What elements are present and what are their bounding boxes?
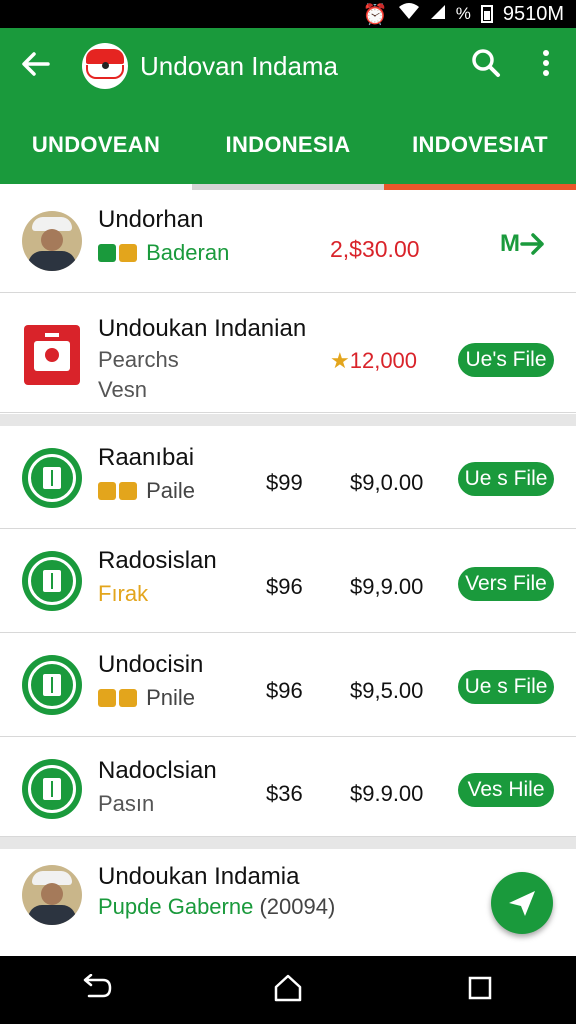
wifi-icon: [398, 2, 420, 26]
use-file-button[interactable]: Ue's File: [458, 343, 554, 377]
item-subtitle-count: (20094): [253, 894, 336, 919]
more-action-button[interactable]: M: [500, 230, 546, 258]
item-subtitle: Pearchs: [98, 347, 179, 372]
item-price: 2,$30.00: [330, 236, 420, 262]
tab-bar: UNDOVEAN INDONESIA INDOVESIAT: [0, 104, 576, 186]
vers-file-button[interactable]: Vers File: [458, 567, 554, 601]
action-label: M: [500, 230, 520, 257]
item-name: Undoukan Indanian: [98, 315, 307, 342]
avatar: [22, 865, 82, 925]
item-name: Raanıbai: [98, 444, 195, 471]
list-item[interactable]: Nadoclsian Pasın $36 $9.9.00 Ves Hile: [0, 737, 576, 837]
item-subtitle: Baderan: [98, 240, 229, 266]
alarm-icon: ⏰: [362, 3, 388, 26]
rating-value: 12,000: [349, 348, 418, 373]
item-total: $9,0.00: [350, 470, 424, 495]
tag-badge-icon: [119, 244, 137, 262]
status-bar: ⏰ % 9510M: [0, 0, 576, 28]
book-icon: [22, 448, 82, 508]
back-arrow-icon[interactable]: [0, 28, 70, 104]
item-name: Undocisin: [98, 651, 204, 678]
tag-badge-icon: [119, 689, 137, 707]
item-subtitle-text: Paile: [146, 478, 196, 503]
item-name: Nadoclsian: [98, 757, 217, 784]
avatar: [22, 211, 82, 271]
app-logo-icon: [82, 43, 128, 89]
item-subtitle: Pupde Gaberne (20094): [98, 894, 335, 920]
book-icon: [22, 655, 82, 715]
check-badge-icon: [98, 244, 116, 262]
radio-icon: [24, 325, 80, 385]
item-subtitle: Pasın: [98, 791, 155, 816]
item-total: $9,9.00: [350, 574, 424, 599]
signal-icon: [430, 3, 446, 26]
item-name: Undorhan: [98, 206, 204, 233]
section-divider: [0, 414, 576, 426]
tag-badge-icon: [98, 689, 116, 707]
page-title: Undovan Indamа: [140, 50, 339, 81]
home-nav-icon[interactable]: [258, 973, 318, 1008]
app-bar: Undovan Indamа: [0, 28, 576, 104]
use-file-button[interactable]: Ue s File: [458, 462, 554, 496]
item-name: Radosislan: [98, 547, 217, 574]
item-subtitle-text: Pnile: [146, 685, 196, 710]
item-price: $99: [266, 470, 303, 495]
list-item[interactable]: Undocisin Pnile $96 $9,5.00 Ue s File: [0, 633, 576, 737]
list-item[interactable]: Undoukan Indanian Pearchs Vesn ★12,000 U…: [0, 293, 576, 413]
send-icon: [509, 891, 535, 916]
item-total: $9,5.00: [350, 678, 424, 703]
item-subtitle-text: Pupde Gaberne: [98, 894, 254, 919]
item-subtitle: Paile: [98, 478, 195, 504]
clock: 9510M: [502, 2, 564, 25]
system-nav-bar: [0, 956, 576, 1024]
search-icon[interactable]: [456, 48, 516, 85]
recents-nav-icon[interactable]: [450, 973, 510, 1008]
star-icon: ★: [330, 348, 350, 373]
item-price: $36: [266, 781, 303, 806]
ves-file-button[interactable]: Ves Hile: [458, 773, 554, 807]
list-item[interactable]: Undoukan Indamia Pupde Gaberne (20094): [0, 849, 576, 956]
back-nav-icon[interactable]: [66, 973, 126, 1007]
tab-undovean[interactable]: UNDOVEAN: [0, 104, 192, 186]
tag-badge-icon: [98, 482, 116, 500]
item-total: $9.9.00: [350, 781, 424, 806]
book-icon: [22, 551, 82, 611]
item-rating: ★12,000: [330, 348, 417, 374]
arrow-right-icon: [520, 233, 544, 255]
item-price: $96: [266, 574, 303, 599]
list-item[interactable]: Raanıbai Paile $99 $9,0.00 Ue s File: [0, 426, 576, 529]
use-file-button[interactable]: Ue s File: [458, 670, 554, 704]
tab-indonesia[interactable]: INDONESIA: [192, 104, 384, 186]
battery-icon: [480, 5, 493, 23]
battery-percent: %: [455, 4, 471, 23]
section-divider: [0, 837, 576, 849]
item-subtitle: Fırak: [98, 581, 149, 606]
item-subtitle: Pnile: [98, 685, 195, 711]
list-item[interactable]: Radosislan Fırak $96 $9,9.00 Vers File: [0, 529, 576, 633]
send-fab-button[interactable]: [491, 872, 553, 934]
book-icon: [22, 759, 82, 819]
item-price: $96: [266, 678, 303, 703]
more-options-icon[interactable]: [516, 49, 576, 84]
tab-indovesiat[interactable]: INDOVESIAT: [384, 104, 576, 186]
tag-badge-icon: [119, 482, 137, 500]
item-name: Undoukan Indamia: [98, 863, 300, 890]
list-item[interactable]: Undorhan Baderan 2,$30.00 M: [0, 190, 576, 293]
item-subtitle-text: Baderan: [146, 240, 230, 265]
item-subtitle-2: Vesn: [98, 377, 147, 402]
